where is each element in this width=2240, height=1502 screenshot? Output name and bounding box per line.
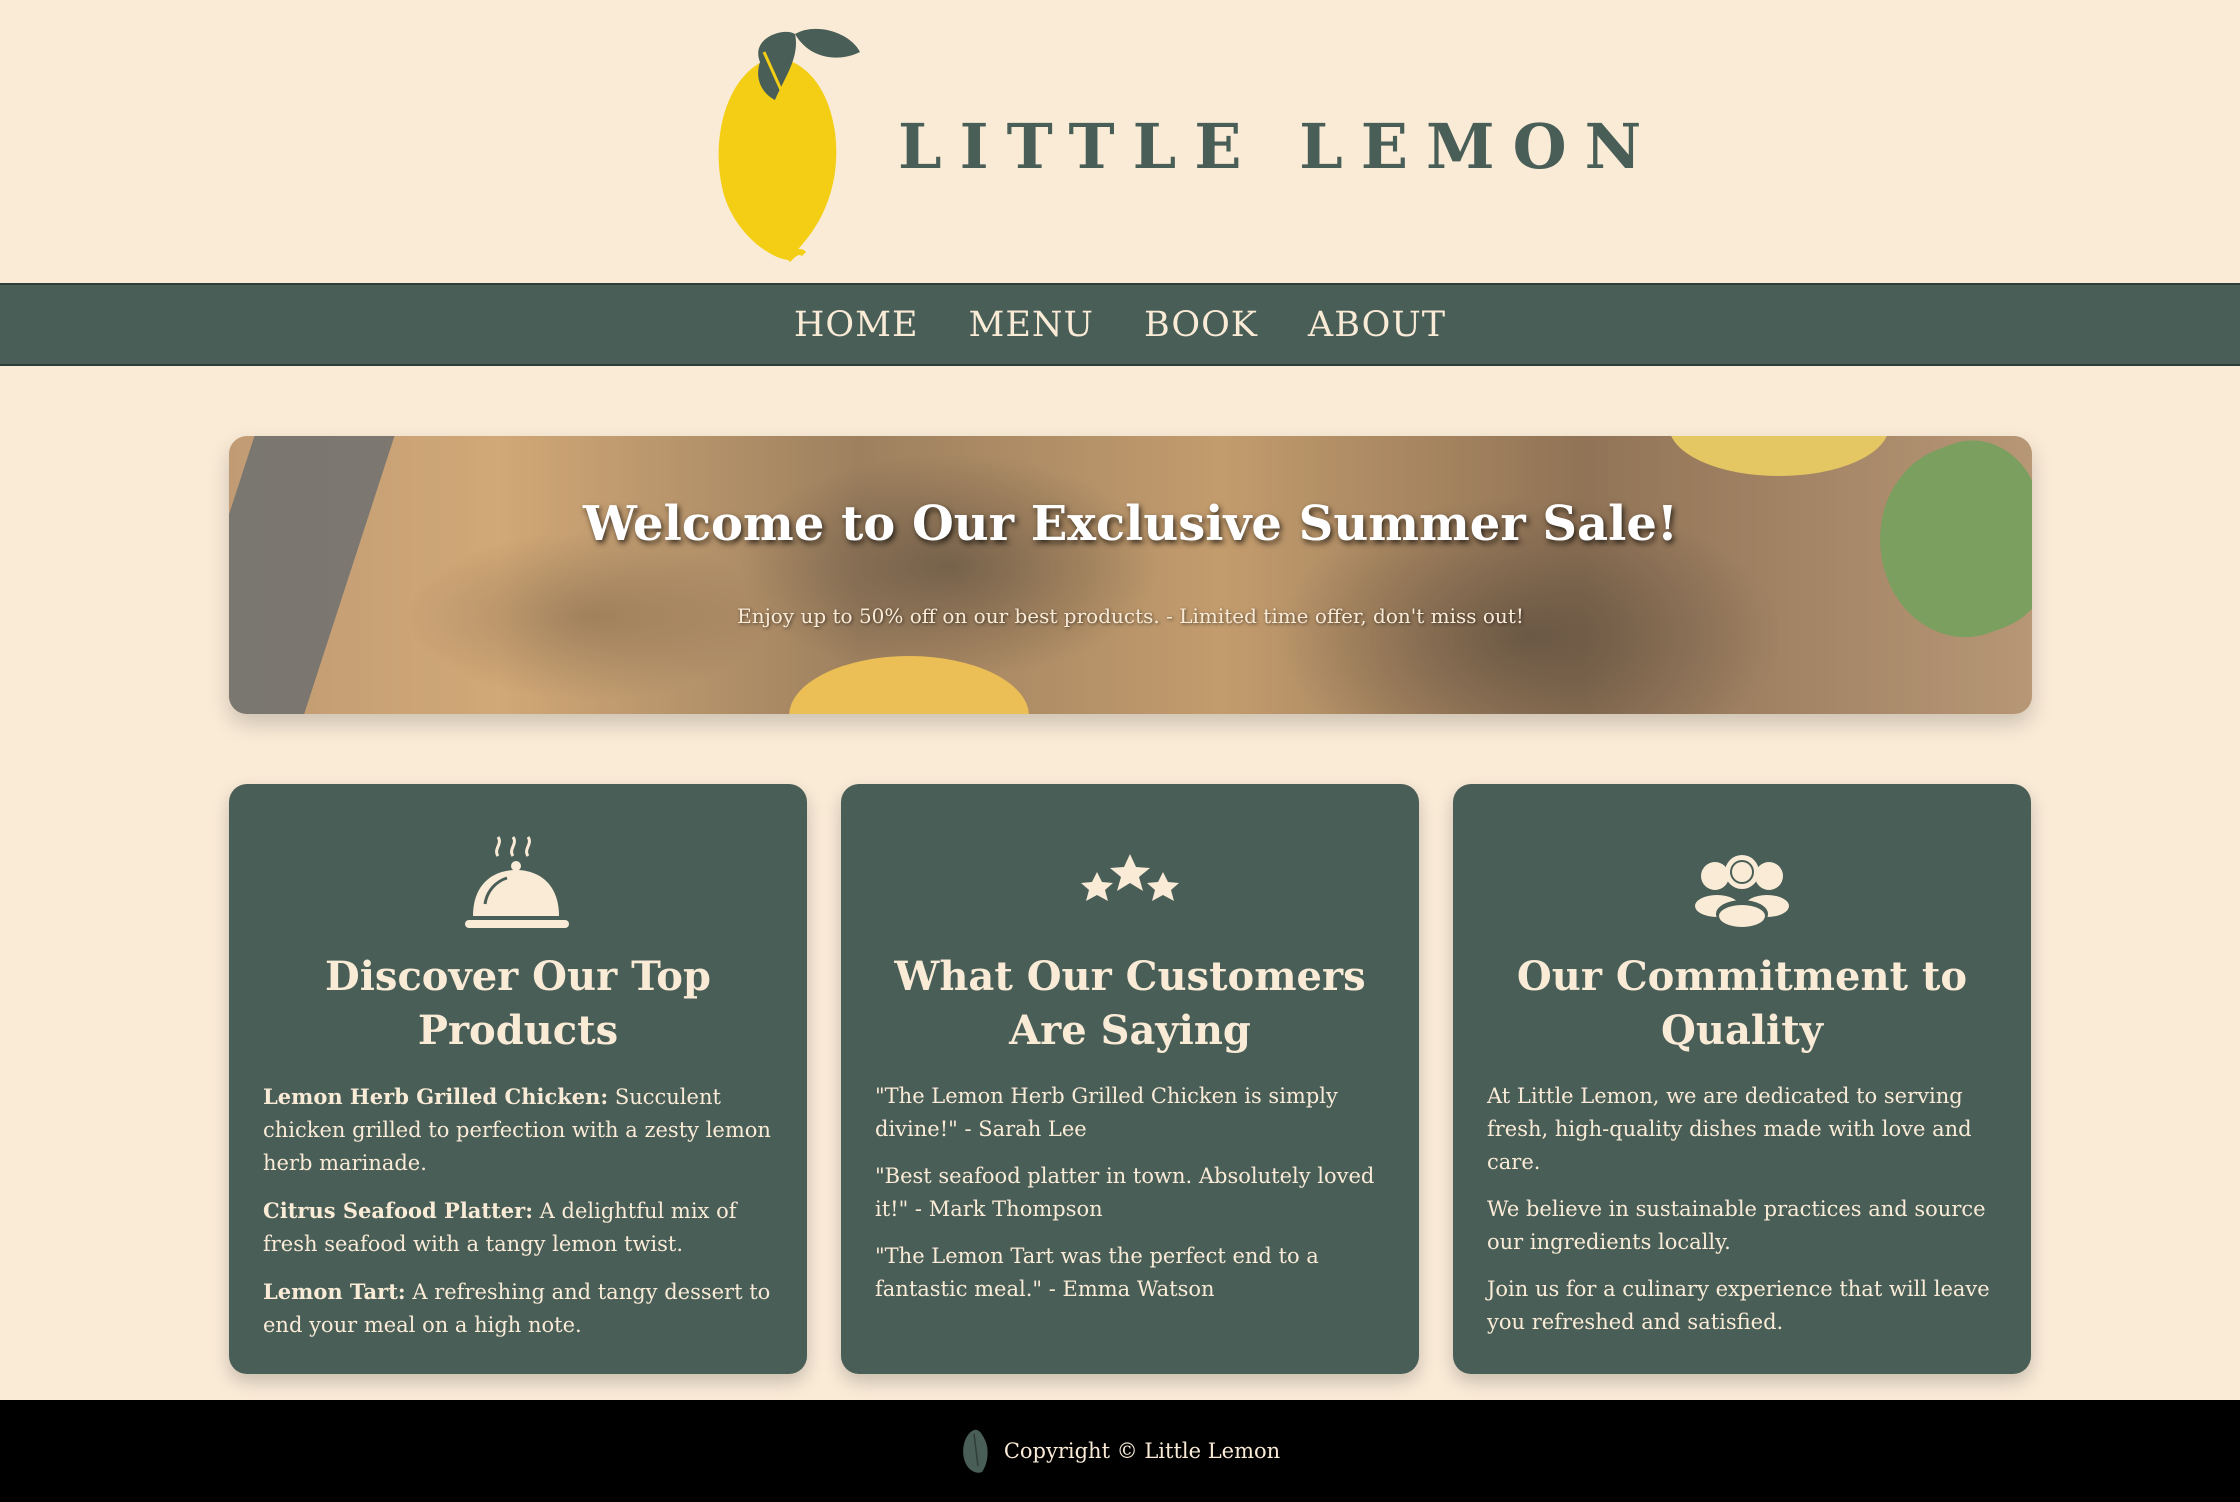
hero-subtitle: Enjoy up to 50% off on our best products… bbox=[737, 604, 1524, 628]
nav-about[interactable]: ABOUT bbox=[1308, 305, 1446, 345]
site-header: LITTLE LEMON bbox=[0, 0, 2240, 282]
card-title: What Our Customers Are Saying bbox=[894, 953, 1366, 1054]
nav-book[interactable]: BOOK bbox=[1144, 305, 1258, 345]
testimonial-item: "Best seafood platter in town. Absolutel… bbox=[875, 1164, 1375, 1221]
hero-overlay bbox=[229, 436, 2032, 714]
quality-paragraph: We believe in sustainable practices and … bbox=[1487, 1197, 1986, 1254]
hero-banner: Welcome to Our Exclusive Summer Sale! En… bbox=[229, 436, 2032, 714]
nav-home[interactable]: HOME bbox=[794, 305, 919, 345]
testimonial-list: "The Lemon Herb Grilled Chicken is simpl… bbox=[875, 1080, 1385, 1306]
card-title: Our Commitment to Quality bbox=[1516, 953, 1968, 1054]
testimonial-item: "The Lemon Herb Grilled Chicken is simpl… bbox=[875, 1084, 1338, 1141]
stars-icon bbox=[1081, 854, 1179, 901]
card-testimonials: What Our Customers Are Saying "The Lemon… bbox=[841, 784, 1419, 1374]
card-top-products: Discover Our Top Products Lemon Herb Gri… bbox=[229, 784, 807, 1374]
product-item: Citrus Seafood Platter: A delightful mix… bbox=[263, 1194, 773, 1261]
product-item: Lemon Herb Grilled Chicken: Succulent ch… bbox=[263, 1080, 773, 1180]
cloche-icon bbox=[465, 836, 569, 928]
nav-menu[interactable]: MENU bbox=[969, 305, 1095, 345]
site-footer: Copyright © Little Lemon bbox=[0, 1400, 2240, 1502]
lemon-small-icon bbox=[963, 1429, 988, 1473]
copyright-text: Copyright © Little Lemon bbox=[1003, 1439, 1281, 1463]
product-list: Lemon Herb Grilled Chicken: Succulent ch… bbox=[263, 1080, 773, 1342]
quality-paragraph: At Little Lemon, we are dedicated to ser… bbox=[1487, 1084, 1972, 1174]
product-name: Lemon Tart: bbox=[263, 1279, 406, 1304]
quality-text: At Little Lemon, we are dedicated to ser… bbox=[1487, 1080, 1997, 1339]
lemon-logo-icon bbox=[718, 28, 860, 262]
brand-name: LITTLE LEMON bbox=[898, 110, 1660, 183]
main-nav: HOME MENU BOOK ABOUT bbox=[0, 283, 2240, 366]
card-title: Discover Our Top Products bbox=[325, 953, 711, 1054]
logo[interactable] bbox=[700, 22, 860, 262]
product-name: Lemon Herb Grilled Chicken: bbox=[263, 1084, 609, 1109]
product-item: Lemon Tart: A refreshing and tangy desse… bbox=[263, 1275, 773, 1342]
quality-paragraph: Join us for a culinary experience that w… bbox=[1487, 1277, 1990, 1334]
product-name: Citrus Seafood Platter: bbox=[263, 1198, 533, 1223]
card-quality: Our Commitment to Quality At Little Lemo… bbox=[1453, 784, 2031, 1374]
testimonial-item: "The Lemon Tart was the perfect end to a… bbox=[875, 1244, 1319, 1301]
people-icon bbox=[1695, 855, 1789, 928]
hero-title: Welcome to Our Exclusive Summer Sale! bbox=[583, 496, 1678, 552]
